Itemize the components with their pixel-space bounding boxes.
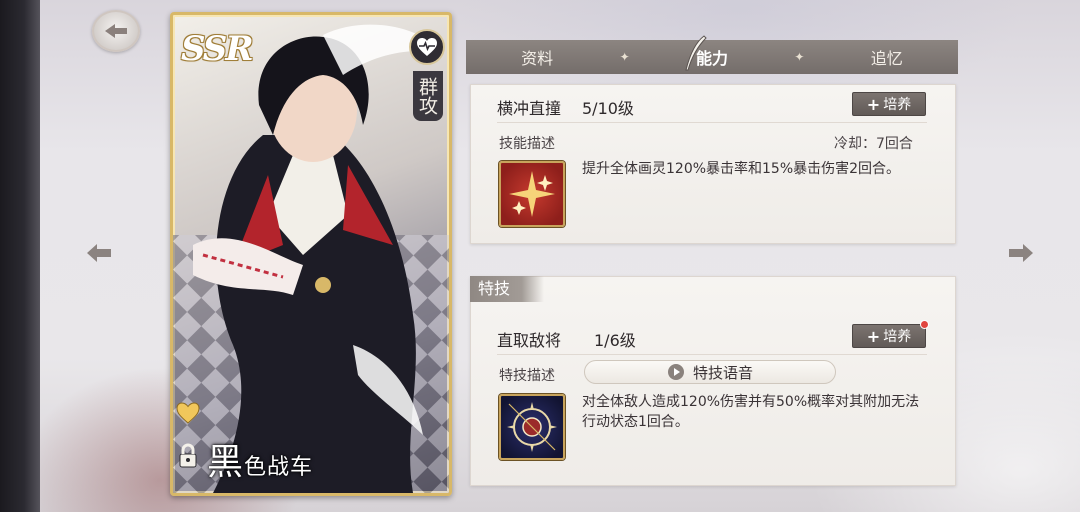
skill-description: 提升全体画灵120%暴击率和15%暴击伤害2回合。 [582,161,901,177]
skill-level: 5/10级 [582,99,634,118]
skill-train-button[interactable]: + 培养 [852,92,926,116]
emblem-icon [507,402,557,452]
tab-separator-icon: ✦ [619,50,630,64]
left-edge-shade [0,0,40,512]
tab-bar: 资料 ✦ 能力 ✦ 追忆 [466,40,958,74]
back-button[interactable] [92,10,140,52]
attack-type-tag: 群攻 [413,71,443,121]
lock-icon[interactable] [177,443,199,469]
right-arrow-icon [1009,244,1033,262]
left-arrow-icon [87,244,111,262]
character-name-rest: 色战车 [244,455,314,480]
heart-badge[interactable] [409,29,445,65]
sparkle-icon [509,171,555,217]
character-portrait [173,24,449,493]
heart-pulse-icon [417,38,437,56]
tab-profile[interactable]: 资料 [477,45,597,69]
tab-memory[interactable]: 追忆 [827,45,947,69]
skill-name: 横冲直撞 [497,99,562,118]
special-voice-label: 特技语音 [692,363,753,382]
special-train-button[interactable]: + 培养 [852,324,926,348]
tab-separator-icon: ✦ [794,50,805,64]
play-icon [667,364,684,380]
rarity-badge: SSR [181,29,254,69]
quill-icon [685,35,707,71]
next-card-button[interactable] [1006,238,1036,268]
plus-icon: + [866,94,881,114]
character-card[interactable]: SSR 群攻 黑色战车 [170,12,452,496]
skill-desc-label: 技能描述 [499,136,555,152]
character-name-first: 黑 [207,442,245,483]
special-level: 1/6级 [594,331,636,350]
back-arrow-icon [105,24,127,38]
prev-card-button[interactable] [84,238,114,268]
sparkle-skill-icon[interactable] [499,161,565,227]
special-voice-button[interactable]: 特技语音 [584,360,836,384]
character-name: 黑色战车 [207,433,313,485]
skill-cooldown: 冷却：7回合 [834,136,913,152]
special-name: 直取敌将 [497,331,562,350]
special-description: 对全体敌人造成120%伤害并有50%概率对其附加无法行动状态1回合。 [582,394,920,430]
notification-dot [920,320,929,329]
plus-icon: + [866,326,881,346]
heart-icon[interactable] [175,401,201,425]
skill-train-label: 培养 [883,97,912,113]
divider [497,354,927,355]
special-desc-label: 特技描述 [499,368,555,384]
emblem-skill-icon[interactable] [499,394,565,460]
special-section-tag: 特技 [470,276,544,302]
divider [497,122,927,123]
special-train-label: 培养 [883,329,912,345]
tab-ability[interactable]: 能力 [652,45,772,69]
